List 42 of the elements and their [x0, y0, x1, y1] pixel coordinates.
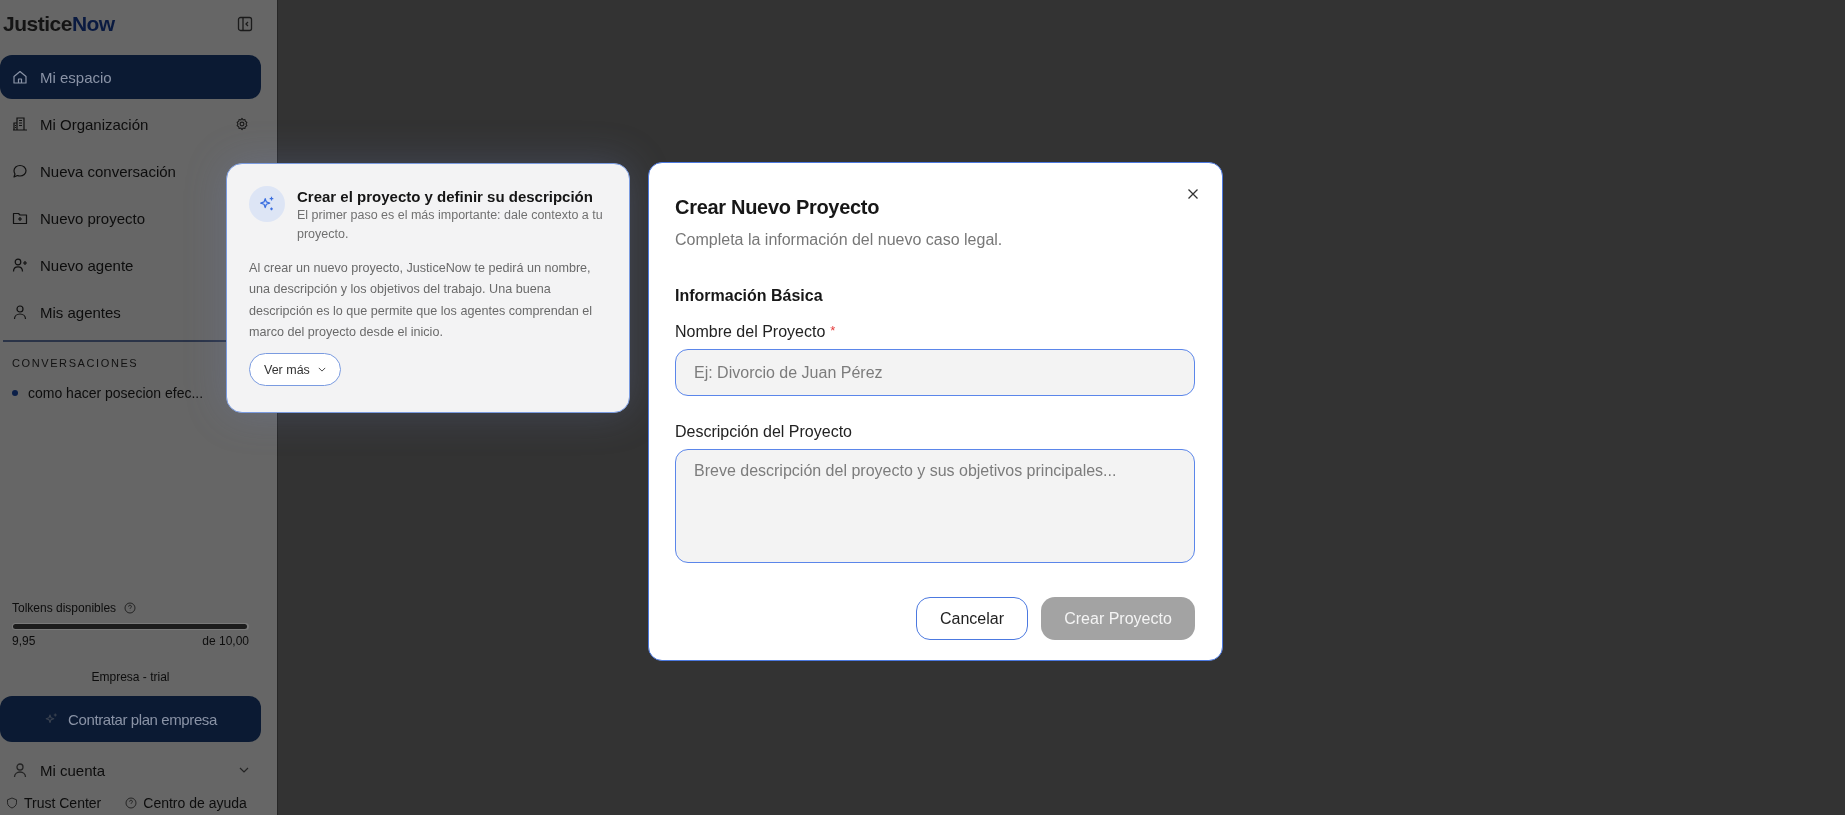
help-icon: [125, 797, 138, 809]
cancel-button[interactable]: Cancelar: [916, 597, 1028, 640]
tokens-label: Tolkens disponibles: [12, 601, 117, 615]
sidebar-toggle-icon[interactable]: [237, 16, 253, 32]
see-more-button[interactable]: Ver más: [249, 353, 341, 387]
tokens-total: de 10,00: [202, 634, 249, 648]
sparkle-icon: [249, 186, 285, 222]
chevron-down-icon: [317, 367, 326, 373]
nav-item[interactable]: Nuevo proyecto: [0, 196, 261, 240]
footer-link[interactable]: Trust Center: [6, 793, 102, 813]
nav-item[interactable]: Mi Organización: [0, 102, 261, 146]
brand-logo: JusticeNow: [3, 12, 115, 36]
account-menu[interactable]: Mi cuenta: [0, 747, 261, 793]
conversation-item[interactable]: como hacer posecion efec...: [0, 379, 222, 407]
section-heading: Información Básica: [675, 287, 824, 305]
nav-item[interactable]: Mi espacio: [0, 55, 261, 99]
card-description: Al crear un nuevo proyecto, JusticeNow te pedirá un nombre, una descripción y los objetivos del trabajo. Una buena descripción es lo que permite que los agentes comprendan el marco del proyecto desde el inicio.: [249, 260, 594, 341]
dialog-title: Crear Nuevo Proyecto: [675, 196, 881, 219]
help-icon[interactable]: [124, 602, 137, 614]
building-icon: [12, 116, 28, 132]
plan-label: Empresa - trial: [90, 670, 171, 684]
name-input-field[interactable]: Ej: Divorcio de Juan Pérez: [675, 349, 1195, 396]
footer-link[interactable]: Centro de ayuda: [125, 793, 247, 813]
folder-plus-icon: [12, 210, 28, 226]
upgrade-button[interactable]: Contratar plan empresa: [0, 696, 261, 742]
user-icon: [12, 762, 28, 778]
section-heading: CONVERSACIONES: [11, 356, 140, 371]
home-icon: [12, 69, 28, 85]
chevron-down-icon: [239, 767, 249, 773]
user-icon: [12, 304, 28, 320]
description-field[interactable]: Breve descripción del proyecto y sus objetivos principales...: [675, 449, 1195, 563]
field-label: Descripción del Proyecto: [675, 423, 853, 441]
card-title: Crear el proyecto y definir su descripción: [297, 188, 594, 205]
chat-bubble-icon: [12, 163, 28, 179]
dialog-subtitle: Completa la información del nuevo caso legal.: [675, 231, 1004, 249]
nav-item[interactable]: Nueva conversación: [0, 149, 261, 193]
card-subtitle: El primer paso es el más importante: dale contexto a tu proyecto.: [297, 207, 604, 243]
settings-icon[interactable]: [235, 117, 249, 131]
tokens-used: 9,95: [12, 634, 36, 648]
field-label: Nombre del Proyecto *: [675, 323, 837, 341]
shield-icon: [6, 797, 18, 809]
user-plus-icon: [12, 257, 28, 273]
